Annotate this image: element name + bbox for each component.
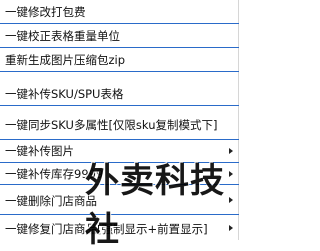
menu-item-delete-store-products[interactable]: 一键删除门店商品 xyxy=(0,185,239,215)
menu-item-label: 一键补传图片 xyxy=(5,144,74,158)
chevron-right-icon xyxy=(229,196,233,203)
context-menu: 一键修改打包费 一键校正表格重量单位 重新生成图片压缩包zip 一键补传SKU/… xyxy=(0,0,239,250)
menu-item-correct-weight-unit[interactable]: 一键校正表格重量单位 xyxy=(0,24,239,48)
menu-item-label: 一键补传SKU/SPU表格 xyxy=(5,87,124,101)
menu-item-upload-stock[interactable]: 一键补传库存9999 xyxy=(0,163,239,185)
menu-item-label: 一键修复门店商品[强制显示+前置显示] xyxy=(5,222,208,236)
menu-item-sync-sku-attributes[interactable]: 一键同步SKU多属性[仅限sku复制模式下] xyxy=(0,106,239,140)
menu-item-upload-sku-spu-table[interactable]: 一键补传SKU/SPU表格 xyxy=(0,72,239,106)
menu-item-label: 一键同步SKU多属性[仅限sku复制模式下] xyxy=(5,118,218,132)
chevron-right-icon xyxy=(229,148,233,154)
menu-item-edit-packing-fee[interactable]: 一键修改打包费 xyxy=(0,0,239,24)
menu-item-label: 一键删除门店商品 xyxy=(5,194,97,208)
menu-item-label: 一键校正表格重量单位 xyxy=(5,29,120,43)
menu-item-upload-images[interactable]: 一键补传图片 xyxy=(0,140,239,163)
menu-item-label: 重新生成图片压缩包zip xyxy=(5,53,126,67)
menu-item-label: 一键补传库存9999 xyxy=(5,167,104,181)
chevron-right-icon xyxy=(229,170,233,177)
menu-item-label: 一键修改打包费 xyxy=(5,5,86,19)
menu-item-regenerate-image-zip[interactable]: 重新生成图片压缩包zip xyxy=(0,48,239,72)
menu-item-repair-store-products[interactable]: 一键修复门店商品[强制显示+前置显示] xyxy=(0,215,239,240)
chevron-right-icon xyxy=(229,224,233,231)
